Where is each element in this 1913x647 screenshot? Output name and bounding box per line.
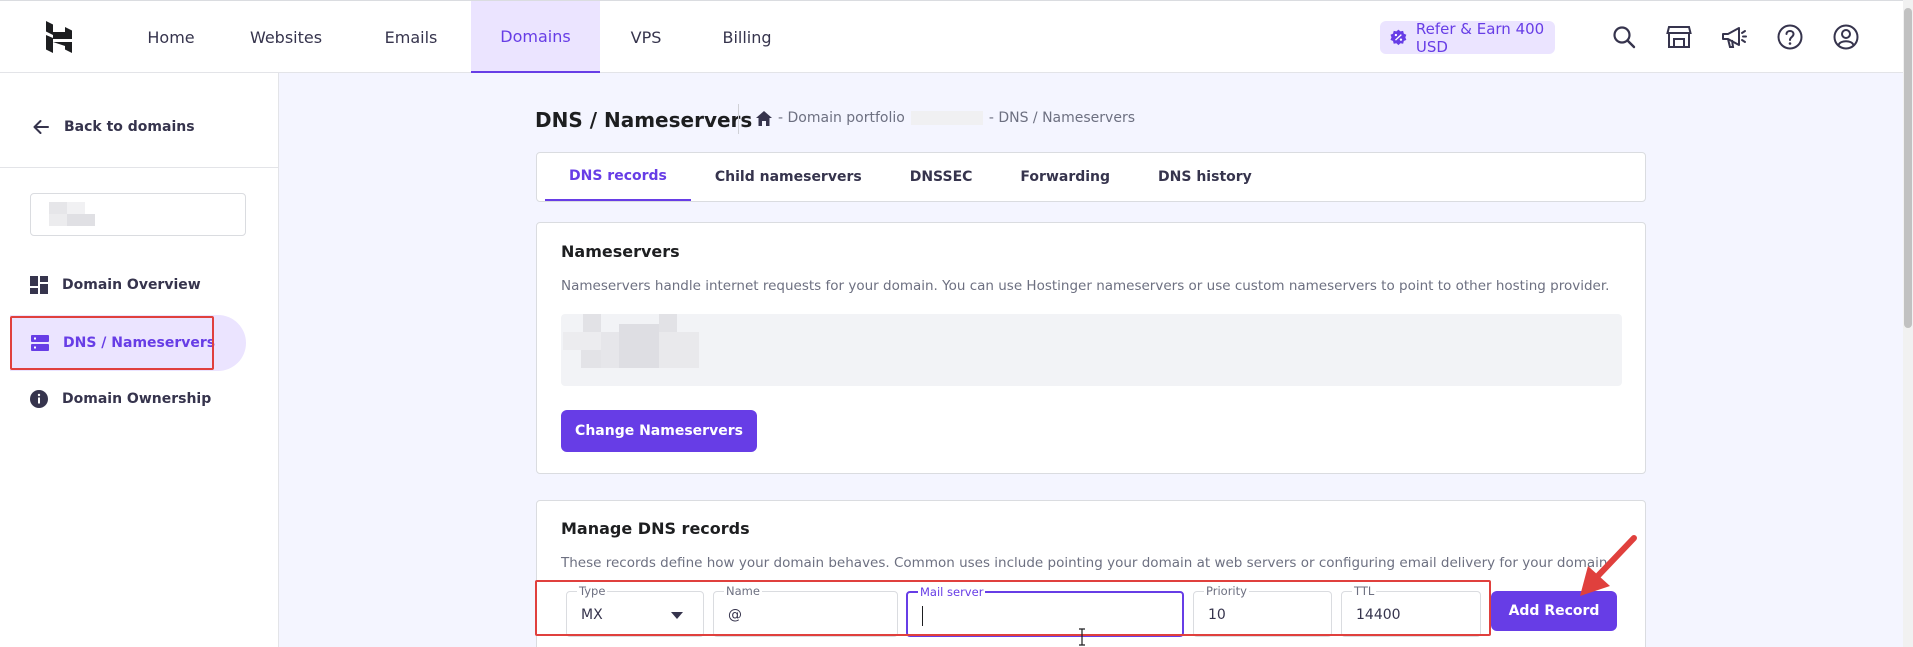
tab-label: DNS history [1158, 169, 1252, 185]
text-cursor-icon [1079, 628, 1085, 646]
page-scrollbar[interactable] [1903, 0, 1913, 647]
arrow-left-icon [33, 120, 49, 134]
top-navigation-bar: Home Websites Emails Domains VPS Billing… [0, 0, 1903, 73]
sidebar-item-domain-ownership[interactable]: Domain Ownership [30, 390, 211, 408]
nav-item-home[interactable]: Home [121, 1, 221, 73]
nav-item-label: Websites [249, 27, 323, 47]
refer-earn-button[interactable]: Refer & Earn 400 USD [1380, 19, 1555, 56]
info-icon [30, 390, 48, 408]
redacted-domain [910, 111, 983, 125]
redacted-domain [49, 214, 67, 226]
domain-selector[interactable] [30, 193, 246, 236]
tab-dnssec[interactable]: DNSSEC [886, 153, 997, 201]
annotation-arrow-icon [1580, 535, 1637, 596]
search-icon[interactable] [1610, 23, 1638, 51]
tab-label: DNSSEC [909, 169, 973, 185]
sidebar: Back to domains Domain Overview DNS / Na… [0, 73, 279, 647]
breadcrumb-current: - DNS / Nameservers [988, 110, 1136, 126]
change-nameservers-button[interactable]: Change Nameservers [561, 410, 757, 452]
back-to-domains-link[interactable]: Back to domains [32, 118, 195, 136]
tab-label: Forwarding [1020, 169, 1111, 185]
redacted-nameserver [581, 350, 601, 368]
nameservers-description: Nameservers handle internet requests for… [561, 278, 1610, 294]
sidebar-item-domain-overview[interactable]: Domain Overview [30, 276, 201, 294]
tab-child-nameservers[interactable]: Child nameservers [691, 153, 886, 201]
redacted-domain [49, 202, 67, 214]
nav-item-emails[interactable]: Emails [351, 1, 471, 73]
nav-item-domains[interactable]: Domains [471, 1, 600, 73]
account-icon[interactable] [1832, 23, 1860, 51]
nameservers-card: Nameservers Nameservers handle internet … [536, 222, 1646, 474]
discount-badge-icon [1390, 29, 1407, 45]
hostinger-logo-icon[interactable] [44, 21, 74, 53]
scrollbar-thumb[interactable] [1904, 8, 1912, 328]
annotation-highlight-box [10, 316, 214, 370]
redacted-nameserver [619, 324, 659, 368]
redacted-nameserver [659, 314, 677, 332]
page-title: DNS / Nameservers [535, 108, 753, 132]
tab-label: DNS records [569, 168, 667, 184]
store-icon[interactable] [1665, 23, 1693, 51]
redacted-domain [67, 214, 95, 226]
breadcrumb: - Domain portfolio - DNS / Nameservers [756, 110, 1135, 126]
main-nav: Home Websites Emails Domains VPS Billing [121, 1, 802, 74]
tab-forwarding[interactable]: Forwarding [996, 153, 1134, 201]
nav-item-label: Home [147, 27, 195, 47]
redacted-nameserver [563, 332, 601, 350]
breadcrumb-domain-portfolio[interactable]: - Domain portfolio [778, 110, 905, 126]
manage-dns-description: These records define how your domain beh… [561, 555, 1612, 571]
nav-item-label: Domains [500, 26, 571, 46]
nav-item-websites[interactable]: Websites [221, 1, 351, 73]
title-separator [738, 104, 739, 134]
nav-item-label: Billing [722, 27, 772, 47]
dns-tabs: DNS records Child nameservers DNSSEC For… [536, 152, 1646, 202]
home-icon[interactable] [756, 110, 772, 126]
tab-label: Child nameservers [714, 169, 862, 185]
refer-earn-label: Refer & Earn 400 USD [1415, 19, 1545, 56]
sidebar-item-label: Domain Overview [62, 277, 201, 293]
sidebar-item-label: Domain Ownership [62, 391, 212, 407]
redacted-domain [67, 202, 85, 214]
nav-item-label: VPS [630, 27, 662, 47]
redacted-nameserver [583, 314, 601, 332]
dashboard-icon [30, 276, 48, 294]
sidebar-item-dns-nameservers[interactable]: DNS / Nameservers [10, 315, 246, 371]
annotation-highlight-box [535, 580, 1491, 636]
help-icon[interactable] [1776, 23, 1804, 51]
nav-item-label: Emails [384, 27, 438, 47]
nav-item-billing[interactable]: Billing [692, 1, 802, 73]
sidebar-divider [0, 167, 279, 168]
tab-dns-records[interactable]: DNS records [545, 153, 691, 201]
redacted-nameserver [659, 332, 699, 368]
back-to-domains-label: Back to domains [64, 119, 195, 135]
tab-dns-history[interactable]: DNS history [1134, 153, 1276, 201]
nav-item-vps[interactable]: VPS [600, 1, 692, 73]
redacted-nameserver [601, 332, 619, 368]
nameservers-title: Nameservers [561, 242, 680, 261]
manage-dns-title: Manage DNS records [561, 519, 750, 538]
megaphone-icon[interactable] [1720, 23, 1748, 51]
nameservers-list [561, 314, 1622, 386]
